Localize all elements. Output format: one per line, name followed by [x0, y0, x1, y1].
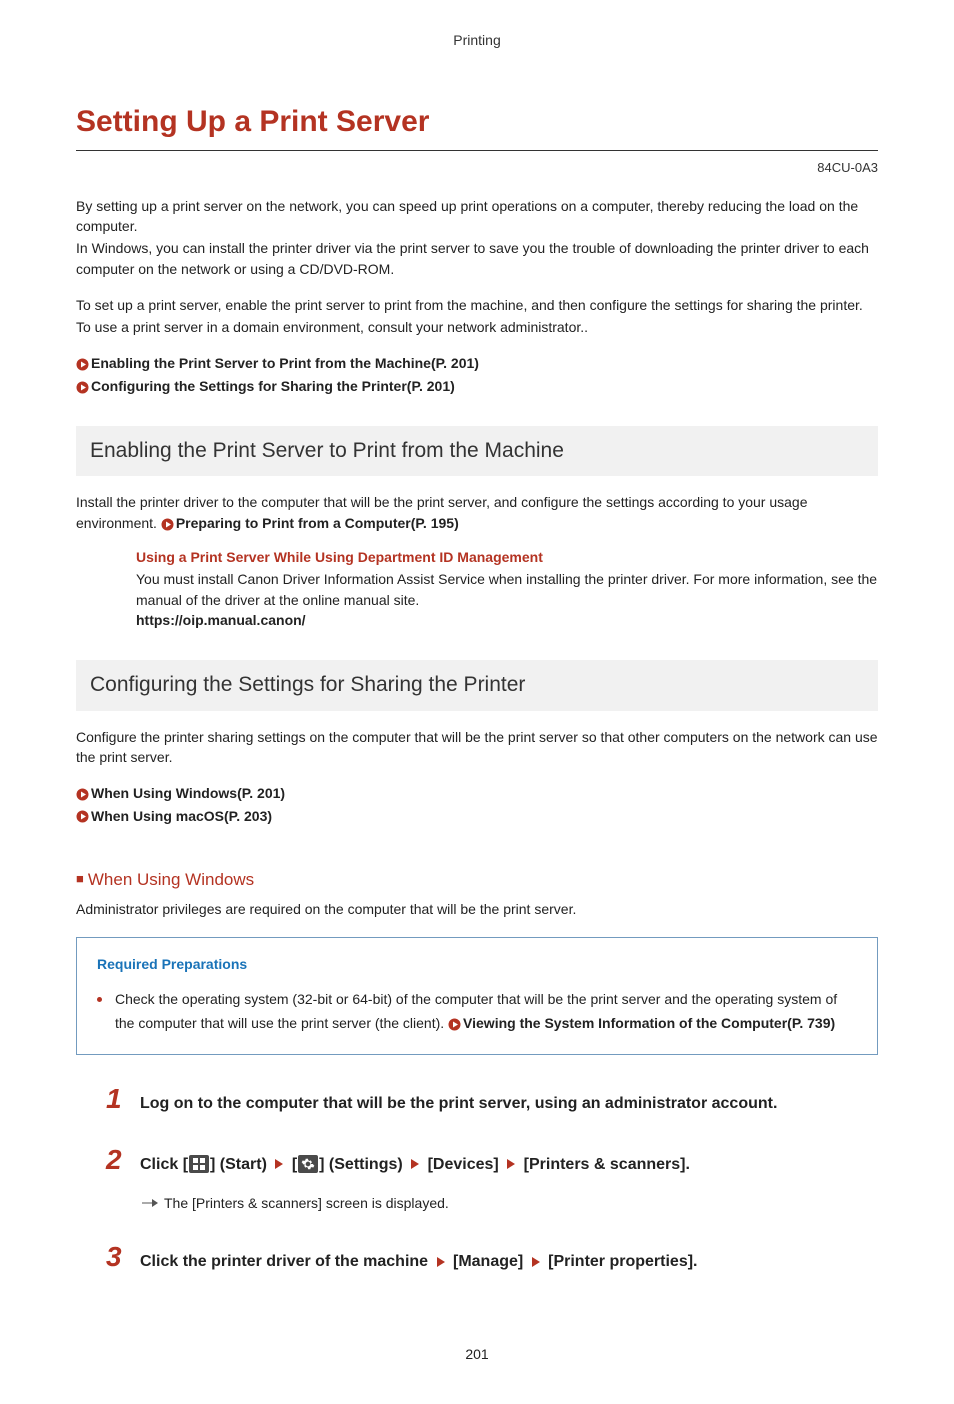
square-bullet-icon: ■	[76, 870, 84, 889]
intro-paragraph-1: By setting up a print server on the netw…	[76, 196, 878, 279]
dept-id-note: Using a Print Server While Using Departm…	[136, 547, 878, 630]
section-heading-enabling: Enabling the Print Server to Print from …	[76, 426, 878, 476]
play-icon	[76, 810, 89, 823]
intro-paragraph-2: To set up a print server, enable the pri…	[76, 295, 878, 338]
play-icon	[76, 381, 89, 394]
required-preparations-box: Required Preparations Check the operatin…	[76, 937, 878, 1055]
result-arrow-icon	[142, 1199, 158, 1207]
section2-link-macos[interactable]: When Using macOS(P. 203)	[76, 806, 878, 826]
page-number: 201	[76, 1344, 878, 1364]
document-code: 84CU-0A3	[76, 159, 878, 178]
section-heading-configuring: Configuring the Settings for Sharing the…	[76, 660, 878, 710]
play-icon	[448, 1018, 461, 1031]
triangle-separator-icon	[532, 1257, 540, 1267]
step-3: 3 Click the printer driver of the machin…	[106, 1243, 878, 1274]
manual-url[interactable]: https://oip.manual.canon/	[136, 610, 878, 630]
step-2-text: Click [] (Start) [] (Settings) [Devices]…	[140, 1153, 690, 1177]
admin-privileges-text: Administrator privileges are required on…	[76, 899, 878, 919]
section1-text: Install the printer driver to the comput…	[76, 492, 878, 533]
link-preparing[interactable]: Preparing to Print from a Computer(P. 19…	[176, 515, 459, 531]
step-1: 1 Log on to the computer that will be th…	[106, 1085, 878, 1116]
step-3-text: Click the printer driver of the machine …	[140, 1250, 697, 1274]
triangle-separator-icon	[411, 1159, 419, 1169]
page-section-header: Printing	[76, 30, 878, 50]
windows-settings-icon	[298, 1155, 318, 1173]
step-1-text: Log on to the computer that will be the …	[140, 1092, 777, 1116]
required-prep-title: Required Preparations	[97, 954, 857, 974]
play-icon	[161, 518, 174, 531]
page-title: Setting Up a Print Server	[76, 100, 878, 151]
step-2: 2 Click [] (Start) [] (Settings) [Device…	[106, 1146, 878, 1213]
subheading-windows: ■When Using Windows	[76, 868, 878, 893]
triangle-separator-icon	[437, 1257, 445, 1267]
triangle-separator-icon	[507, 1159, 515, 1169]
section2-link-windows[interactable]: When Using Windows(P. 201)	[76, 783, 878, 803]
step-number: 3	[106, 1243, 130, 1271]
step-2-result: The [Printers & scanners] screen is disp…	[142, 1193, 878, 1213]
intro-link-1[interactable]: Enabling the Print Server to Print from …	[76, 353, 878, 373]
intro-link-2[interactable]: Configuring the Settings for Sharing the…	[76, 376, 878, 396]
step-number: 2	[106, 1146, 130, 1174]
required-prep-item: Check the operating system (32-bit or 64…	[97, 988, 857, 1036]
link-system-info[interactable]: Viewing the System Information of the Co…	[463, 1015, 835, 1031]
play-icon	[76, 788, 89, 801]
section2-text: Configure the printer sharing settings o…	[76, 727, 878, 768]
triangle-separator-icon	[275, 1159, 283, 1169]
step-number: 1	[106, 1085, 130, 1113]
windows-start-icon	[189, 1155, 209, 1173]
play-icon	[76, 358, 89, 371]
